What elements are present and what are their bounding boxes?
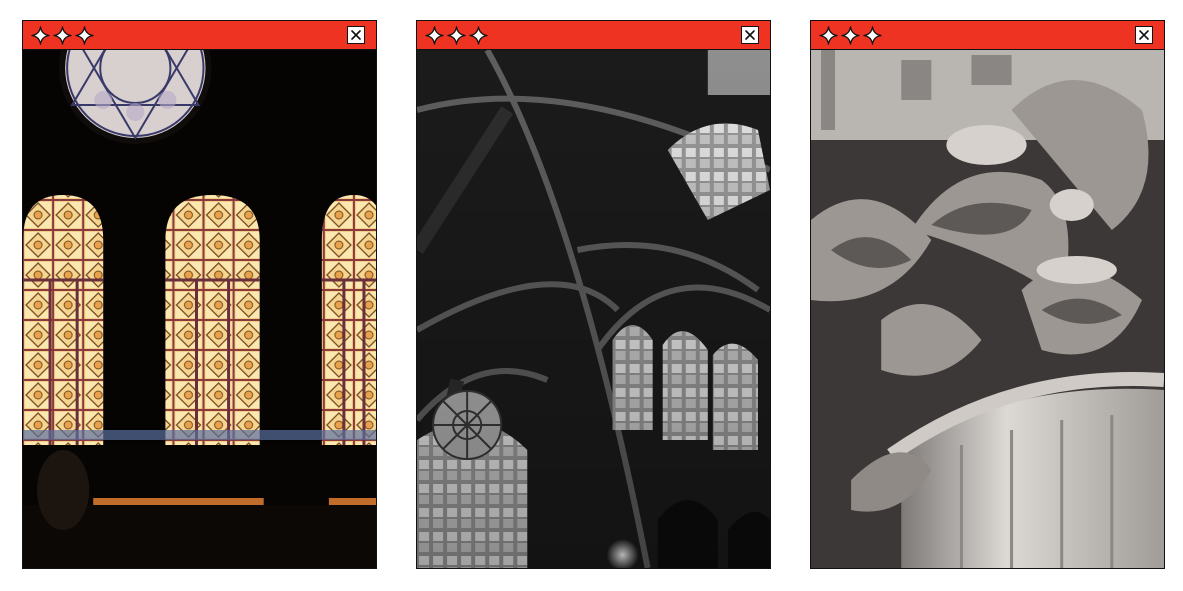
window-titlebar[interactable] xyxy=(417,21,770,50)
sparkle-icon xyxy=(53,26,72,45)
photo-stained-glass xyxy=(23,50,376,568)
photo-stone-capital xyxy=(811,50,1164,568)
photo-window-stained-glass[interactable] xyxy=(22,20,377,569)
close-icon xyxy=(744,29,756,41)
close-button[interactable] xyxy=(1135,26,1153,44)
sparkle-icon xyxy=(447,26,466,45)
sparkle-icon xyxy=(425,26,444,45)
close-button[interactable] xyxy=(347,26,365,44)
stone-capital-image xyxy=(811,50,1164,568)
photo-window-stone-capital[interactable] xyxy=(810,20,1165,569)
sparkle-icon xyxy=(469,26,488,45)
photo-gothic-vault xyxy=(417,50,770,568)
sparkle-icon xyxy=(75,26,94,45)
window-titlebar[interactable] xyxy=(23,21,376,50)
window-titlebar[interactable] xyxy=(811,21,1164,50)
titlebar-icons xyxy=(425,26,488,45)
sparkle-icon xyxy=(819,26,838,45)
photo-window-gothic-vault[interactable] xyxy=(416,20,771,569)
sparkle-icon xyxy=(841,26,860,45)
titlebar-icons xyxy=(819,26,882,45)
stained-glass-image xyxy=(23,50,376,568)
close-button[interactable] xyxy=(741,26,759,44)
titlebar-icons xyxy=(31,26,94,45)
close-icon xyxy=(350,29,362,41)
sparkle-icon xyxy=(863,26,882,45)
gothic-vault-image xyxy=(417,50,770,568)
sparkle-icon xyxy=(31,26,50,45)
close-icon xyxy=(1138,29,1150,41)
